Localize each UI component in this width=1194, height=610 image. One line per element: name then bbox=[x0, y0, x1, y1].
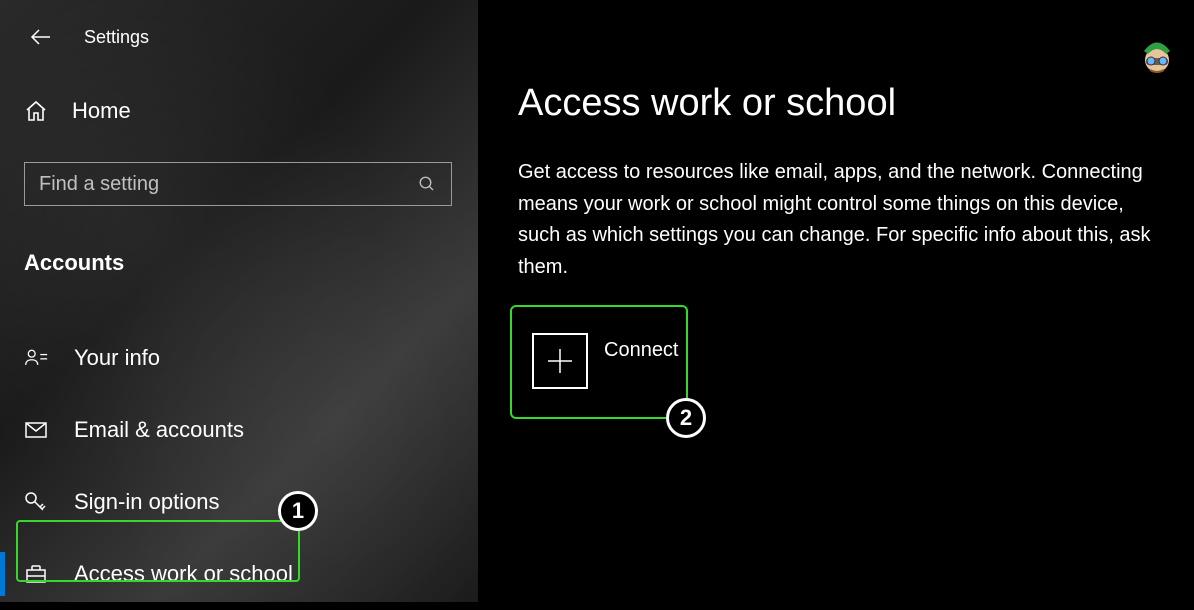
page-title: Access work or school bbox=[518, 82, 1154, 125]
search-icon bbox=[417, 174, 437, 194]
search-box[interactable] bbox=[24, 162, 452, 206]
connect-label: Connect bbox=[604, 339, 679, 362]
nav-label: Access work or school bbox=[74, 561, 293, 587]
mascot-icon bbox=[1136, 32, 1178, 74]
nav-list: Your info Email & accounts Sign-in optio… bbox=[0, 322, 478, 610]
sidebar-item-signin-options[interactable]: Sign-in options bbox=[0, 466, 478, 538]
nav-label: Your info bbox=[74, 345, 160, 371]
sidebar-item-access-work-school[interactable]: Access work or school bbox=[0, 538, 478, 610]
back-arrow-icon bbox=[29, 25, 53, 49]
header-row: Settings bbox=[0, 0, 478, 50]
annotation-badge-2: 2 bbox=[666, 398, 706, 438]
key-icon bbox=[24, 490, 48, 514]
briefcase-icon bbox=[24, 562, 48, 586]
sidebar-item-home[interactable]: Home bbox=[0, 50, 478, 124]
home-icon bbox=[24, 99, 48, 123]
category-label: Accounts bbox=[0, 206, 478, 276]
person-icon bbox=[24, 346, 48, 370]
sidebar-item-your-info[interactable]: Your info bbox=[0, 322, 478, 394]
connect-button[interactable]: Connect bbox=[518, 321, 693, 401]
sidebar: Settings Home Accounts bbox=[0, 0, 478, 602]
mail-icon bbox=[24, 418, 48, 442]
sidebar-item-email-accounts[interactable]: Email & accounts bbox=[0, 394, 478, 466]
page-description: Get access to resources like email, apps… bbox=[518, 157, 1154, 283]
nav-label: Sign-in options bbox=[74, 489, 220, 515]
main-content: Access work or school Get access to reso… bbox=[478, 0, 1194, 602]
settings-title: Settings bbox=[84, 27, 149, 48]
plus-icon bbox=[532, 333, 588, 389]
nav-label: Email & accounts bbox=[74, 417, 244, 443]
annotation-badge-1: 1 bbox=[278, 491, 318, 531]
back-button[interactable] bbox=[28, 24, 54, 50]
search-input[interactable] bbox=[39, 173, 417, 196]
home-label: Home bbox=[72, 98, 131, 124]
